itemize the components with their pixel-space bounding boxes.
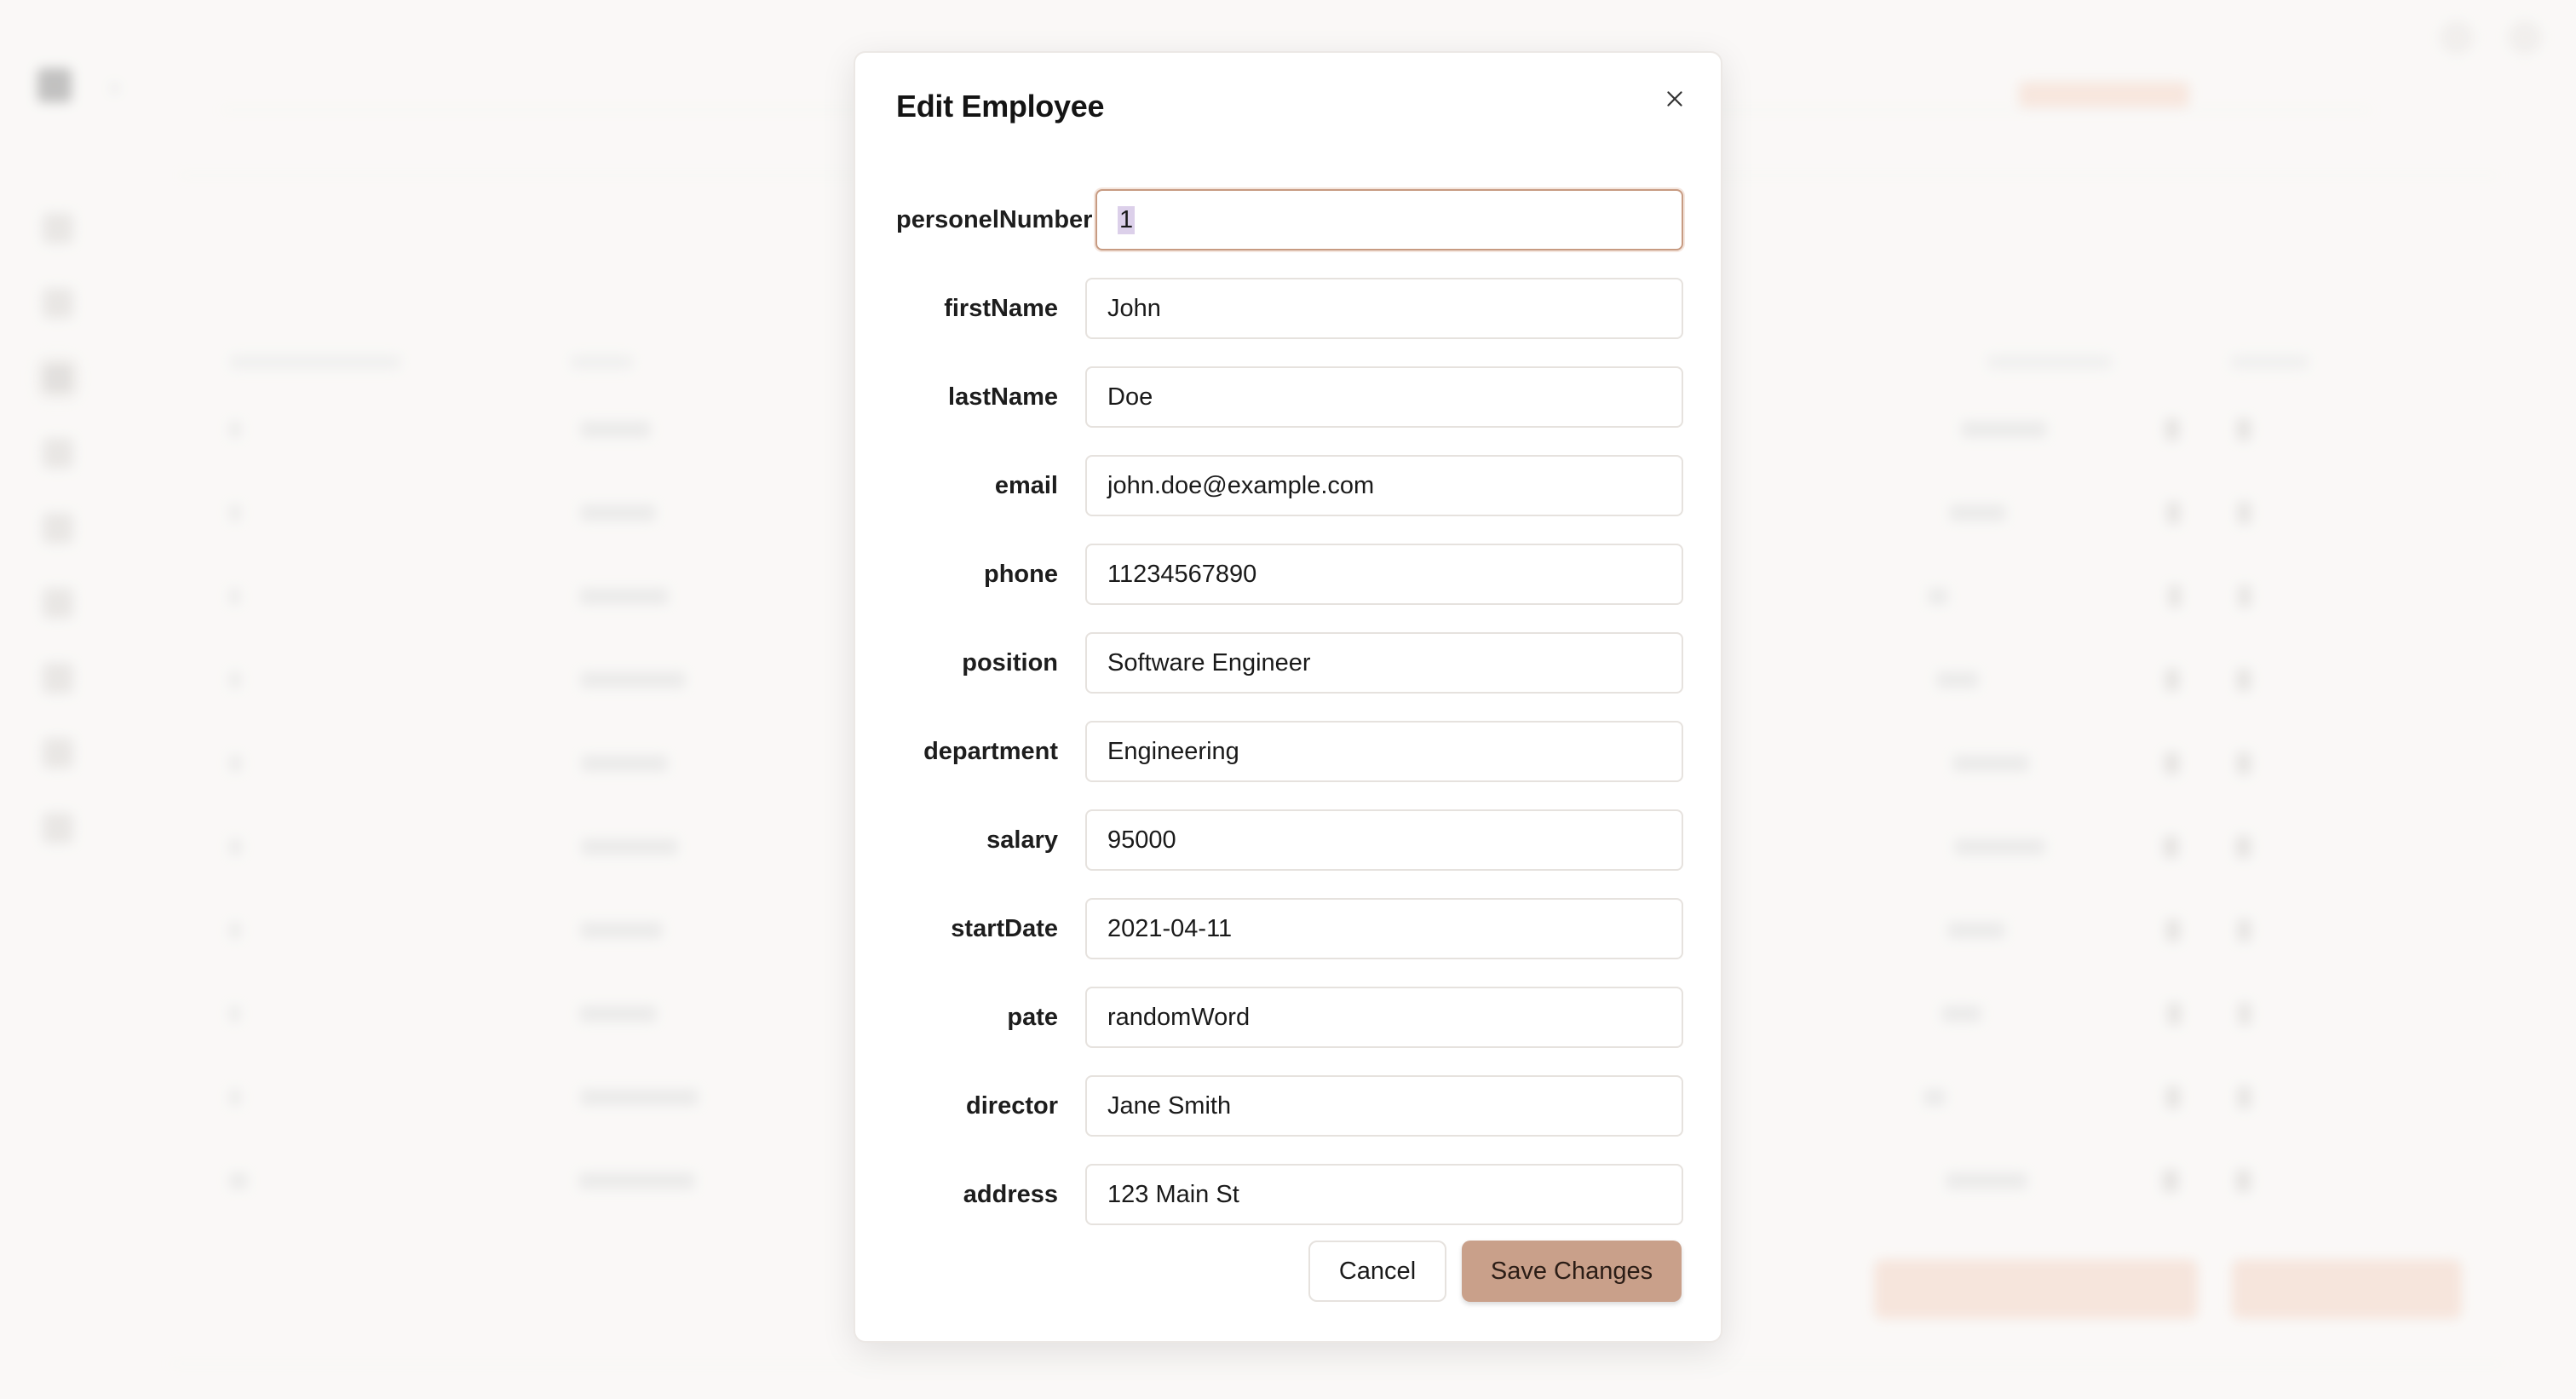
field-label: personelNumber (896, 205, 1093, 233)
field-label: phone (984, 560, 1058, 588)
form-row-department: department Engineering (896, 707, 1683, 796)
dialog-title: Edit Employee (896, 89, 1105, 124)
field-label: pate (1007, 1003, 1058, 1031)
cancel-button[interactable]: Cancel (1308, 1241, 1446, 1302)
dialog-footer: Cancel Save Changes (1308, 1241, 1682, 1302)
form-row-position: position Software Engineer (896, 619, 1683, 707)
pate-input[interactable]: randomWord (1085, 987, 1683, 1048)
department-input[interactable]: Engineering (1085, 721, 1683, 782)
form-row-salary: salary 95000 (896, 796, 1683, 884)
phone-input[interactable]: 11234567890 (1085, 544, 1683, 605)
email-input[interactable]: john.doe@example.com (1085, 455, 1683, 516)
startdate-input[interactable]: 2021-04-11 (1085, 898, 1683, 959)
address-input[interactable]: 123 Main St (1085, 1164, 1683, 1225)
field-label: firstName (944, 294, 1058, 322)
field-label: email (994, 471, 1058, 499)
personelnumber-input[interactable]: 1 (1095, 189, 1683, 250)
close-button[interactable] (1654, 78, 1695, 119)
close-icon (1667, 91, 1682, 107)
salary-input[interactable]: 95000 (1085, 809, 1683, 871)
position-input[interactable]: Software Engineer (1085, 632, 1683, 694)
form-row-startdate: startDate 2021-04-11 (896, 884, 1683, 973)
director-input[interactable]: Jane Smith (1085, 1075, 1683, 1137)
field-label: department (923, 737, 1058, 765)
form-row-director: director Jane Smith (896, 1062, 1683, 1150)
form-row-email: email john.doe@example.com (896, 441, 1683, 530)
form-row-personelnumber: personelNumber 1 (896, 176, 1683, 264)
form-row-pate: pate randomWord (896, 973, 1683, 1062)
form-row-address: address 123 Main St (896, 1150, 1683, 1239)
edit-employee-dialog: Edit Employee personelNumber 1 firstName… (854, 51, 1722, 1343)
input-value: 1 (1118, 205, 1136, 234)
save-changes-button[interactable]: Save Changes (1462, 1241, 1682, 1302)
field-label: lastName (948, 383, 1058, 411)
field-label: salary (986, 826, 1058, 854)
form-row-lastname: lastName Doe (896, 353, 1683, 441)
form-row-phone: phone 11234567890 (896, 530, 1683, 619)
employee-form: personelNumber 1 firstName John lastName… (896, 176, 1683, 1239)
field-label: director (966, 1091, 1058, 1120)
field-label: startDate (951, 914, 1058, 942)
form-row-firstname: firstName John (896, 264, 1683, 353)
field-label: position (962, 648, 1058, 676)
field-label: address (963, 1180, 1058, 1208)
lastname-input[interactable]: Doe (1085, 366, 1683, 428)
firstname-input[interactable]: John (1085, 278, 1683, 339)
